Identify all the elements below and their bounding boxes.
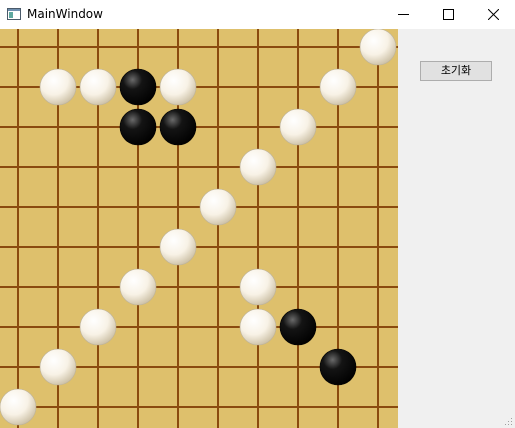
white-stone (239, 268, 277, 306)
resize-grip-icon[interactable] (505, 418, 513, 426)
white-stone (239, 148, 277, 186)
app-window-icon (6, 6, 22, 22)
black-stone (279, 308, 317, 346)
minimize-button[interactable] (381, 0, 426, 29)
white-stone (359, 29, 397, 66)
black-stone (319, 348, 357, 386)
title-bar[interactable]: MainWindow (0, 0, 515, 29)
game-board[interactable] (0, 29, 398, 428)
black-stone (119, 68, 157, 106)
white-stone (79, 308, 117, 346)
white-stone (199, 188, 237, 226)
white-stone (39, 68, 77, 106)
white-stone (159, 228, 197, 266)
white-stone (79, 68, 117, 106)
white-stone (239, 308, 277, 346)
maximize-icon (443, 9, 454, 20)
white-stone (39, 348, 77, 386)
white-stone (0, 388, 37, 426)
window-title: MainWindow (27, 7, 103, 21)
minimize-icon (398, 14, 409, 15)
black-stone (159, 108, 197, 146)
close-button[interactable] (471, 0, 515, 29)
white-stone (159, 68, 197, 106)
reset-button[interactable]: 초기화 (420, 61, 492, 81)
board-canvas[interactable] (0, 29, 398, 428)
side-panel (398, 29, 515, 428)
white-stone (119, 268, 157, 306)
maximize-button[interactable] (426, 0, 471, 29)
white-stone (279, 108, 317, 146)
black-stone (119, 108, 157, 146)
white-stone (319, 68, 357, 106)
close-icon (488, 9, 499, 20)
